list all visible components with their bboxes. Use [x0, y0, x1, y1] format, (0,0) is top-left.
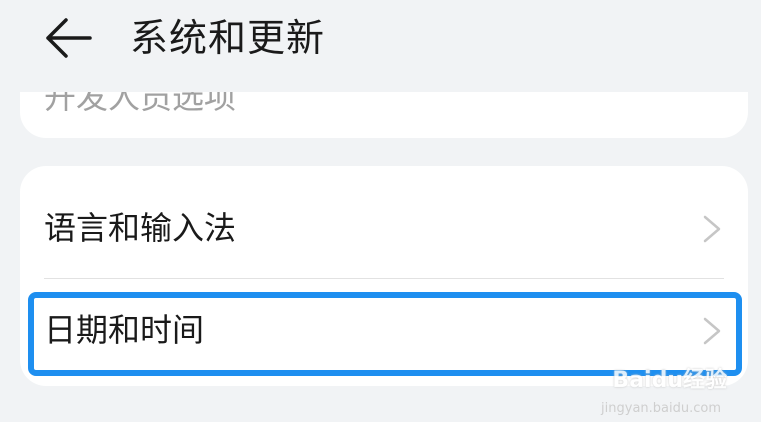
settings-item-label: 日期和时间	[44, 311, 205, 349]
settings-item-language-input[interactable]: 语言和输入法	[20, 180, 748, 276]
divider	[44, 278, 724, 279]
previous-settings-card: 开发人员选项	[20, 92, 748, 138]
back-button[interactable]	[40, 12, 96, 64]
clipped-item-label: 开发人员选项	[44, 92, 237, 116]
chevron-right-icon	[702, 214, 722, 244]
page-title: 系统和更新	[130, 16, 326, 60]
chevron-right-icon	[702, 316, 722, 346]
watermark-url: jingyan.baidu.com	[601, 401, 721, 416]
watermark-logo: Baidu经验	[612, 368, 727, 393]
settings-card: 语言和输入法 日期和时间	[20, 166, 748, 386]
arrow-left-icon	[46, 18, 92, 58]
header: 系统和更新	[0, 0, 761, 80]
settings-item-label: 语言和输入法	[44, 209, 237, 247]
